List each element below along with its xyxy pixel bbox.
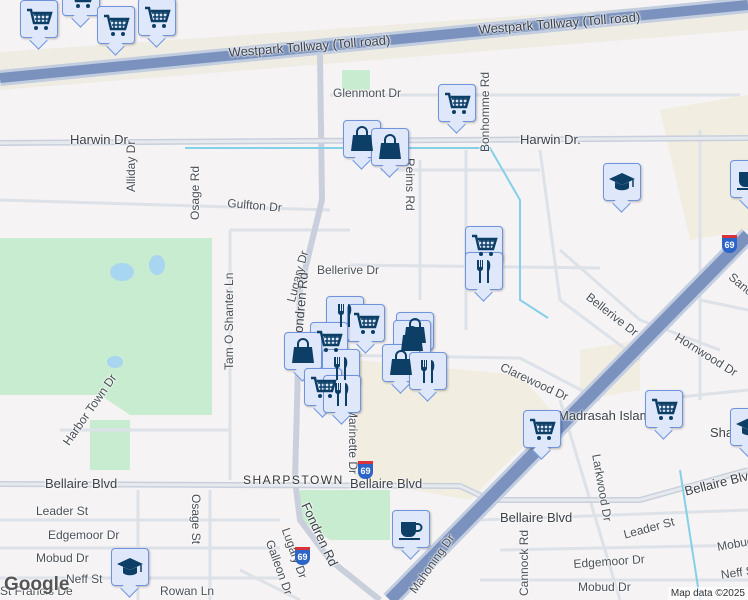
road-label-tam-o-shanter-ln: Tam O Shanter Ln	[222, 272, 236, 370]
shopping-cart-icon	[67, 0, 95, 11]
coffee-cup-icon	[397, 515, 425, 543]
road-label-rowan-ln: Rowan Ln	[160, 584, 215, 598]
graduation-cap-icon	[608, 168, 636, 196]
road-label-bonhomme-rd: Bonhomme Rd	[478, 71, 492, 152]
grocery-marker[interactable]	[62, 0, 100, 16]
road-label-edgemoor-dr: Edgemoor Dr	[48, 528, 120, 542]
shopping-bag-icon	[376, 133, 404, 161]
graduation-cap-icon	[735, 413, 748, 441]
grocery-marker[interactable]	[438, 84, 476, 122]
grocery-marker[interactable]	[645, 390, 683, 428]
shopping-cart-icon	[143, 3, 171, 31]
cafe-marker[interactable]	[392, 510, 430, 548]
shopping-cart-icon	[102, 11, 130, 39]
road-label-bellaire-blvd: Bellaire Blvd	[350, 476, 423, 491]
road-label-cannock-rd: Cannock Rd	[517, 529, 531, 596]
shopping-cart-icon	[470, 231, 498, 259]
road-label-bellaire-blvd: Bellaire Blvd	[45, 476, 118, 491]
shopping-cart-icon	[352, 309, 380, 337]
road-label-bellerive-dr: Bellerive Dr	[317, 263, 380, 277]
road-label-mobud-dr: Mobud Dr	[36, 551, 89, 565]
school-marker[interactable]	[730, 408, 748, 446]
restaurant-marker[interactable]	[323, 375, 361, 413]
road-label-osage-rd: Osage Rd	[188, 165, 202, 220]
shopping-cart-icon	[443, 89, 471, 117]
map-attribution[interactable]: Map data ©2025	[667, 587, 748, 600]
shopping-cart-icon	[528, 415, 556, 443]
road-label-osage-st: Osage St	[189, 494, 203, 545]
school-marker[interactable]	[603, 163, 641, 201]
neighborhood-label-sharpstown: SHARPSTOWN	[243, 473, 344, 487]
fork-knife-icon	[414, 357, 442, 385]
road-label-harwin-dr: Harwin Dr.	[520, 132, 581, 147]
road-label-bellaire-blvd: Bellaire Blvd	[500, 510, 573, 525]
grocery-marker[interactable]	[523, 410, 561, 448]
road-label-harwin-dr: Harwin Dr.	[70, 132, 131, 147]
grocery-marker[interactable]	[138, 0, 176, 36]
shopping-bag-icon	[387, 349, 415, 377]
road-label-leader-st: Leader St	[36, 504, 89, 518]
grocery-marker[interactable]	[97, 6, 135, 44]
place-label-madrasah-islami: Madrasah Islami	[558, 408, 654, 423]
school-marker[interactable]	[111, 548, 149, 586]
cafe-marker[interactable]	[730, 160, 748, 198]
restaurant-marker[interactable]	[465, 252, 503, 290]
fork-knife-icon	[470, 257, 498, 285]
grocery-marker[interactable]	[20, 0, 58, 38]
shopping-cart-icon	[315, 327, 343, 355]
road-label-glenmont-dr: Glenmont Dr	[333, 86, 402, 100]
grocery-marker[interactable]	[347, 304, 385, 342]
shopping-marker[interactable]	[371, 128, 409, 166]
shopping-cart-icon	[650, 395, 678, 423]
google-logo: Google	[4, 574, 70, 595]
coffee-cup-icon	[735, 165, 748, 193]
restaurant-marker[interactable]	[409, 352, 447, 390]
shopping-bag-icon	[348, 125, 376, 153]
road-label-alliday-dr: Alliday Dr	[124, 140, 138, 192]
shopping-cart-icon	[25, 5, 53, 33]
interstate-69-shield: 69	[722, 235, 737, 253]
graduation-cap-icon	[116, 553, 144, 581]
map-canvas[interactable]: Westpark Tollway (Toll road) Westpark To…	[0, 0, 748, 600]
fork-knife-icon	[328, 380, 356, 408]
shopping-marker[interactable]	[284, 332, 322, 370]
interstate-69-shield: 69	[295, 547, 310, 565]
interstate-69-shield: 69	[358, 461, 373, 479]
road-label-mobud-dr: Mobud Dr	[578, 580, 631, 594]
shopping-bag-icon	[289, 337, 317, 365]
